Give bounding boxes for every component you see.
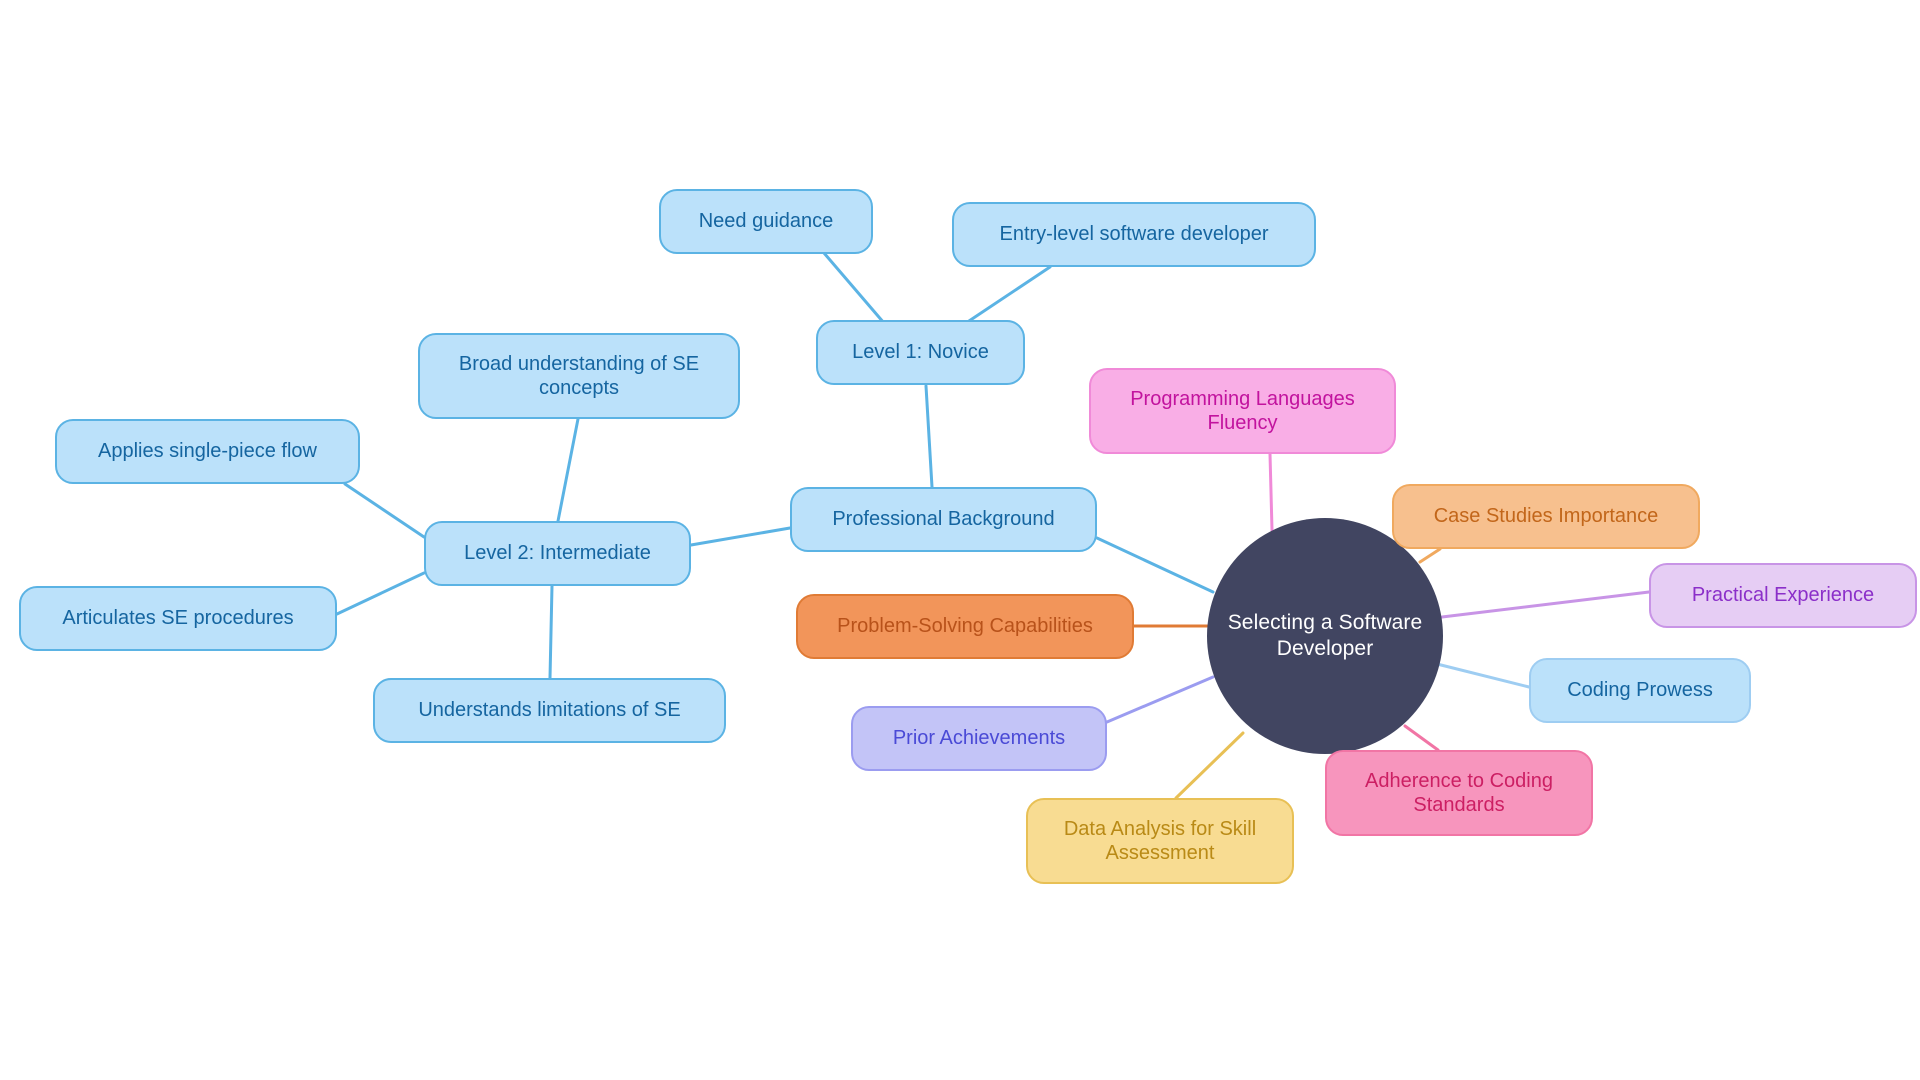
node-label-prior-achievements: Prior Achievements xyxy=(892,727,1066,750)
node-label-case-studies-importance: Case Studies Importance xyxy=(1433,505,1659,528)
node-entry-level-software-developer[interactable]: Entry-level software developer xyxy=(952,202,1316,267)
node-label-broad-understanding-of-se-concepts: Broad understanding of SE concepts xyxy=(458,352,700,399)
node-label-level-2-intermediate: Level 2: Intermediate xyxy=(464,542,651,565)
mindmap-canvas: Selecting a Software Developer Need guida… xyxy=(0,0,1920,1080)
node-programming-languages-fluency[interactable]: Programming Languages Fluency xyxy=(1089,368,1396,454)
edge-central-to-prior-achievements xyxy=(1105,675,1215,724)
node-label-level-1-novice: Level 1: Novice xyxy=(852,341,989,364)
node-coding-prowess[interactable]: Coding Prowess xyxy=(1529,658,1751,723)
node-data-analysis-for-skill-assessment[interactable]: Data Analysis for Skill Assessment xyxy=(1026,798,1294,884)
edge-central-to-professional-background xyxy=(1095,536,1215,594)
node-problem-solving-capabilities[interactable]: Problem-Solving Capabilities xyxy=(796,594,1134,659)
node-practical-experience[interactable]: Practical Experience xyxy=(1649,563,1917,628)
edge-central-to-coding-prowess xyxy=(1435,662,1531,689)
edge-central-to-case-studies-importance xyxy=(1418,547,1442,564)
node-articulates-se-procedures[interactable]: Articulates SE procedures xyxy=(19,586,337,651)
node-case-studies-importance[interactable]: Case Studies Importance xyxy=(1392,484,1700,549)
node-label-programming-languages-fluency: Programming Languages Fluency xyxy=(1130,387,1355,434)
node-label-data-analysis-for-skill-assessment: Data Analysis for Skill Assessment xyxy=(1063,817,1257,864)
node-professional-background[interactable]: Professional Background xyxy=(790,487,1097,552)
node-label-coding-prowess: Coding Prowess xyxy=(1567,679,1713,702)
edge-central-to-adherence-to-coding-standards xyxy=(1403,724,1440,752)
node-level-2-intermediate[interactable]: Level 2: Intermediate xyxy=(424,521,691,586)
edge-level-2-intermediate-to-articulates-se-procedures xyxy=(335,571,426,616)
central-node-label: Selecting a Software Developer xyxy=(1227,611,1423,660)
node-label-problem-solving-capabilities: Problem-Solving Capabilities xyxy=(837,615,1093,638)
node-applies-single-piece-flow[interactable]: Applies single-piece flow xyxy=(55,419,360,484)
edge-professional-background-to-level-2-intermediate xyxy=(689,526,792,547)
node-adherence-to-coding-standards[interactable]: Adherence to Coding Standards xyxy=(1325,750,1593,836)
node-label-understands-limitations-of-se: Understands limitations of SE xyxy=(418,699,681,722)
node-broad-understanding-of-se-concepts[interactable]: Broad understanding of SE concepts xyxy=(418,333,740,419)
node-label-adherence-to-coding-standards: Adherence to Coding Standards xyxy=(1365,769,1553,816)
node-label-entry-level-software-developer: Entry-level software developer xyxy=(999,223,1269,246)
edge-level-2-intermediate-to-broad-understanding-of-se-concepts xyxy=(556,417,580,523)
edge-professional-background-to-level-1-novice xyxy=(924,384,934,489)
node-label-professional-background: Professional Background xyxy=(832,508,1055,531)
edge-level-1-novice-to-need-guidance xyxy=(822,251,886,325)
node-need-guidance[interactable]: Need guidance xyxy=(659,189,873,254)
edge-level-1-novice-to-entry-level-software-developer xyxy=(964,265,1052,325)
node-label-articulates-se-procedures: Articulates SE procedures xyxy=(62,607,294,630)
node-prior-achievements[interactable]: Prior Achievements xyxy=(851,706,1107,771)
edge-central-to-practical-experience xyxy=(1440,590,1651,619)
edge-central-to-data-analysis-for-skill-assessment xyxy=(1174,731,1245,800)
edge-level-2-intermediate-to-applies-single-piece-flow xyxy=(343,482,426,539)
node-label-need-guidance: Need guidance xyxy=(698,210,834,233)
node-understands-limitations-of-se[interactable]: Understands limitations of SE xyxy=(373,678,726,743)
node-level-1-novice[interactable]: Level 1: Novice xyxy=(816,320,1025,385)
edge-level-2-intermediate-to-understands-limitations-of-se xyxy=(548,584,554,680)
edge-central-to-programming-languages-fluency xyxy=(1268,452,1274,532)
node-label-applies-single-piece-flow: Applies single-piece flow xyxy=(97,440,317,463)
central-node[interactable]: Selecting a Software Developer xyxy=(1207,518,1443,754)
node-label-practical-experience: Practical Experience xyxy=(1691,584,1875,607)
